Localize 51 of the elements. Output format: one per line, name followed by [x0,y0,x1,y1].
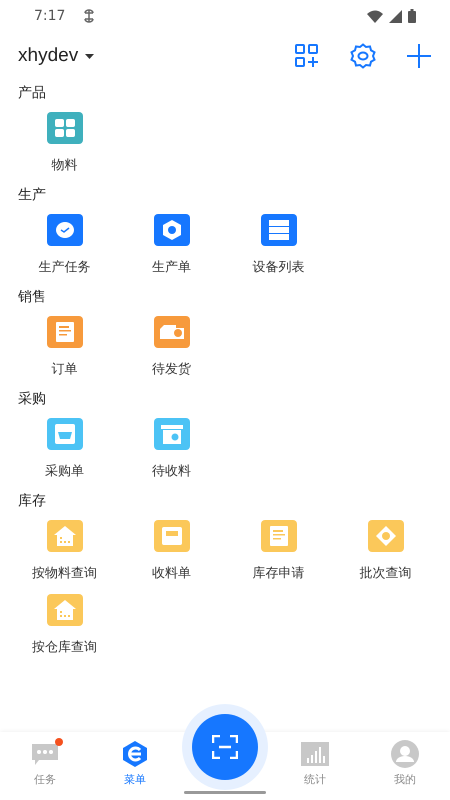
nut-tile-icon[interactable] [154,214,190,246]
notification-icon [83,9,96,23]
basket-tile-icon[interactable] [46,418,82,450]
menu-item-label[interactable]: 批次查询 [360,564,412,582]
server-tile-icon[interactable] [260,214,296,246]
menu-item-label[interactable]: 设备列表 [252,258,304,276]
scan-button[interactable] [192,714,258,780]
tab[interactable]: 统计 [270,732,360,787]
settings-icon[interactable] [350,43,376,69]
user-icon [391,740,419,768]
house-tile-icon[interactable] [46,594,82,626]
battery-icon [408,9,416,23]
tab[interactable]: 任务 [0,732,90,787]
menu-item-label[interactable]: 待收料 [152,462,191,480]
menu-item-label[interactable]: 物料 [52,156,78,174]
truck-tile-icon[interactable] [154,316,190,348]
section-title: 产品 [17,84,47,103]
box-tile-icon[interactable] [154,418,190,450]
add-icon[interactable] [406,43,432,69]
menu-item-label[interactable]: 按物料查询 [32,564,97,582]
section-title: 库存 [17,492,47,511]
scan-icon [212,735,238,759]
menu-item-label[interactable]: 生产单 [152,258,191,276]
grid-tile-icon[interactable] [46,112,82,144]
tab[interactable]: 菜单 [90,732,180,787]
house-tile-icon[interactable] [46,520,82,552]
target-tile-icon[interactable] [368,520,404,552]
section-title: 销售 [17,288,47,307]
status-time: 7:17 [34,8,66,24]
chat-icon [31,742,59,766]
section-title: 生产 [17,186,47,205]
bar-chart-icon [301,742,329,766]
menu-item-label[interactable]: 订单 [52,360,78,378]
menu-item-label[interactable]: 收料单 [152,564,191,582]
tray-tile-icon[interactable] [154,520,190,552]
section-title: 采购 [17,390,47,409]
account-dropdown[interactable]: xhydev [18,45,94,67]
hexagon-logo-icon [121,740,149,768]
add-app-icon[interactable] [294,43,320,69]
menu-item-label[interactable]: 采购单 [45,462,84,480]
caret-icon [85,54,94,58]
wifi-icon [367,10,383,22]
menu-item-label[interactable]: 库存申请 [252,564,304,582]
menu-item-label[interactable]: 生产任务 [38,258,90,276]
signal-icon [389,10,402,22]
tab[interactable]: 我的 [360,732,450,787]
menu-item-label[interactable]: 按仓库查询 [32,638,97,656]
menu-item-label[interactable]: 待发货 [152,360,191,378]
check-tile-icon[interactable] [46,214,82,246]
doc-tile-icon[interactable] [46,316,82,348]
note-tile-icon[interactable] [260,520,296,552]
